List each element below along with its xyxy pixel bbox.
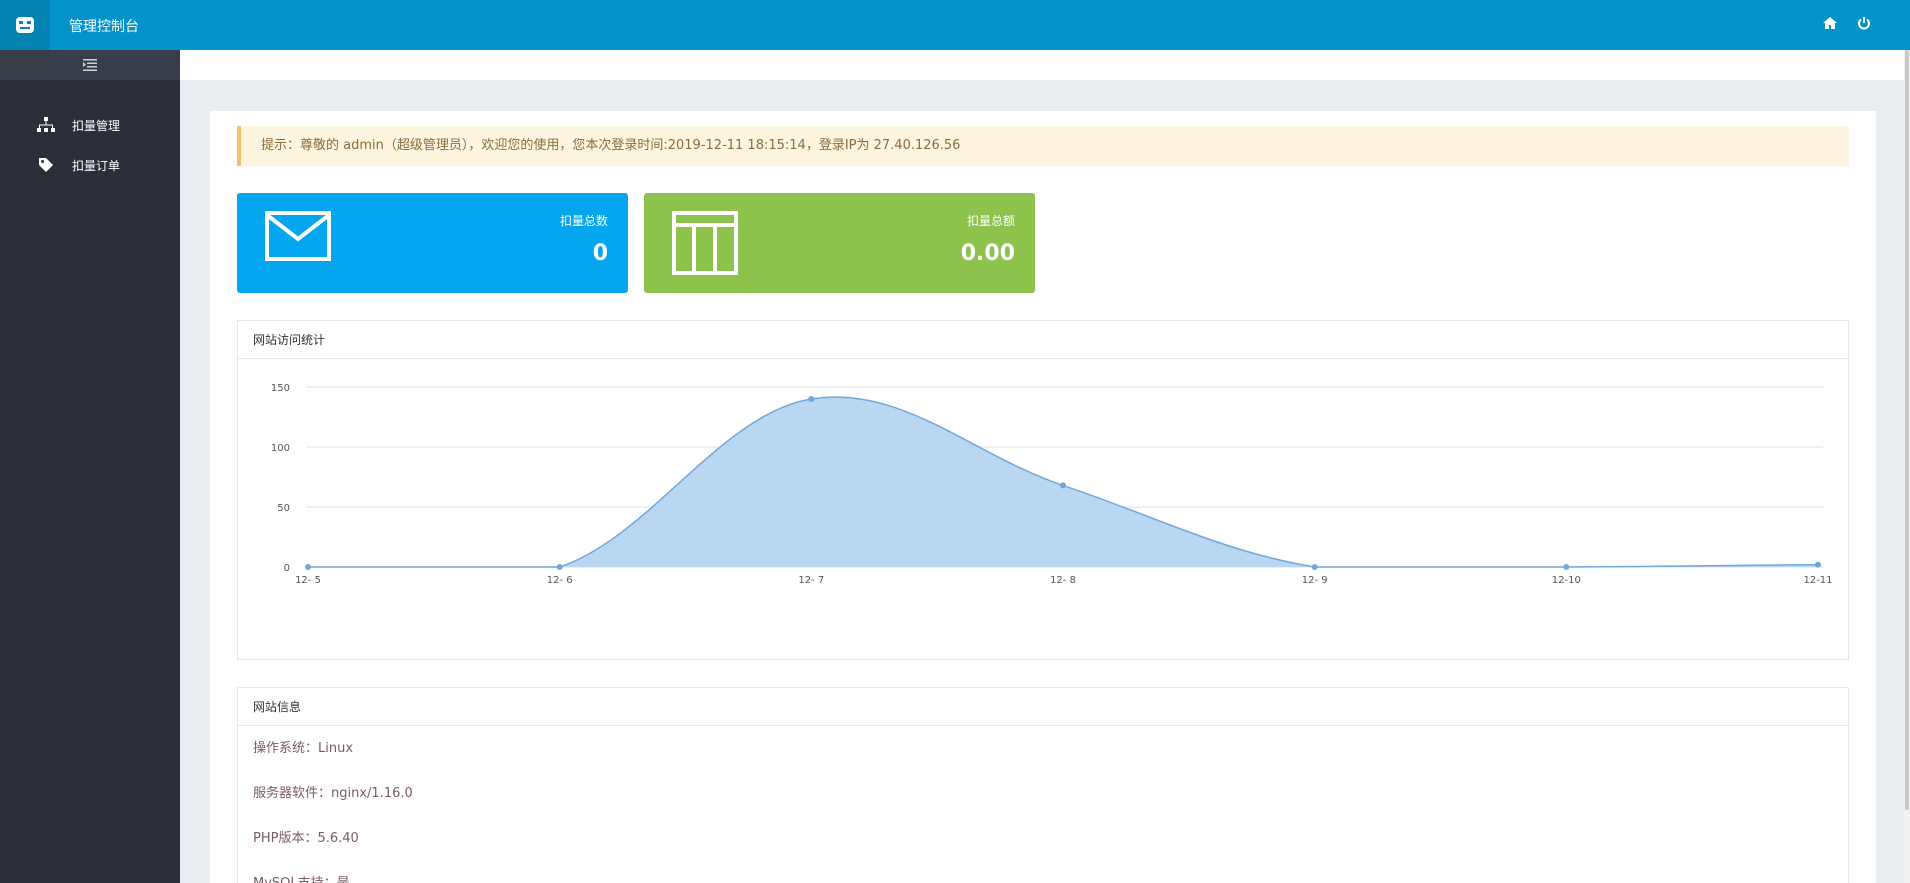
sidebar-item-deduction-orders[interactable]: 扣量订单 (0, 145, 180, 185)
visit-chart: 0 50 100 150 12- 5 12- 6 12- 7 12- 8 12- 9 12-10 1… (271, 383, 1833, 586)
sidebar-item-deduction-management[interactable]: 扣量管理 (0, 105, 180, 145)
x-tick-label: 12-11 (1803, 575, 1832, 586)
x-tick-label: 12-10 (1552, 575, 1581, 586)
box-title: 网站访问统计 (238, 321, 1848, 359)
welcome-notice: 提示：尊敬的 admin（超级管理员），欢迎您的使用，您本次登录时间:2019-… (237, 126, 1849, 166)
main-panel: 提示：尊敬的 admin（超级管理员），欢迎您的使用，您本次登录时间:2019-… (210, 111, 1876, 883)
app-logo[interactable] (0, 0, 50, 50)
x-tick-label: 12- 8 (1050, 575, 1076, 586)
stat-value: 0.00 (960, 241, 1015, 266)
envelope-icon (265, 211, 331, 265)
x-tick-label: 12- 9 (1302, 575, 1328, 586)
vertical-scrollbar[interactable] (1904, 50, 1910, 883)
data-point (808, 396, 815, 402)
data-point (556, 564, 563, 570)
info-php-version: PHP版本：5.6.40 (253, 831, 359, 846)
data-point (1060, 482, 1066, 489)
series-area (308, 397, 1818, 567)
stat-card-total-count: 扣量总数 0 (237, 193, 628, 293)
x-tick-label: 12- 5 (295, 575, 321, 586)
site-info-box: 网站信息 操作系统：Linux 服务器软件：nginx/1.16.0 PHP版本… (237, 687, 1849, 883)
list-indent-icon (83, 59, 97, 71)
stat-value: 0 (592, 241, 608, 266)
table-icon (672, 211, 738, 279)
sidebar-item-label: 扣量订单 (72, 158, 121, 173)
home-icon[interactable] (1822, 15, 1838, 31)
data-point (305, 564, 311, 570)
x-tick-label: 12- 6 (547, 575, 573, 586)
robot-icon (16, 17, 34, 33)
x-tick-label: 12- 7 (798, 575, 824, 586)
stat-card-total-amount: 扣量总额 0.00 (644, 193, 1035, 293)
sidebar-item-label: 扣量管理 (72, 118, 121, 133)
y-tick-label: 150 (271, 383, 290, 394)
stat-label: 扣量总数 (559, 214, 608, 228)
content-header-strip (180, 50, 1904, 80)
box-title: 网站信息 (238, 688, 1848, 726)
data-point (1563, 564, 1570, 570)
visit-statistics-box: 网站访问统计 0 50 100 150 12- 5 12- 6 12- 7 12- 8 12- … (237, 320, 1849, 660)
data-point (1311, 564, 1318, 570)
info-server-software: 服务器软件：nginx/1.16.0 (253, 786, 413, 801)
data-point (1815, 561, 1821, 568)
sidebar: 扣量管理 扣量订单 (0, 50, 180, 883)
y-tick-label: 0 (284, 563, 290, 574)
stat-label: 扣量总额 (966, 214, 1015, 228)
power-icon[interactable] (1856, 15, 1872, 31)
app-title: 管理控制台 (69, 19, 139, 35)
top-bar: 管理控制台 (0, 0, 1910, 50)
y-tick-label: 50 (277, 503, 290, 514)
scrollbar-thumb[interactable] (1905, 50, 1909, 810)
info-mysql-support: MySQL支持：是 (238, 861, 1848, 883)
sitemap-icon (36, 117, 56, 133)
info-os: 操作系统：Linux (253, 741, 354, 756)
y-tick-label: 100 (271, 443, 290, 454)
tag-icon (36, 157, 56, 173)
sidebar-toggle-button[interactable] (0, 50, 180, 80)
